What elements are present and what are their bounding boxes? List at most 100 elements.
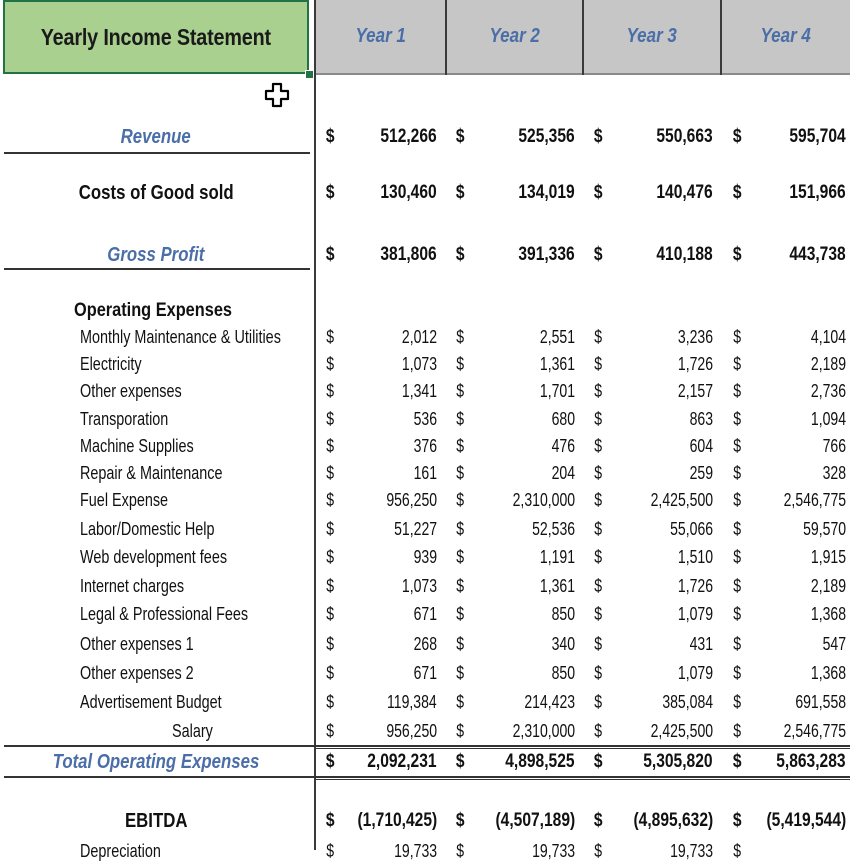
value-cell-year-1[interactable]: 1,341 (392, 378, 437, 405)
value-cell-year-1[interactable]: 119,384 (373, 689, 437, 716)
total-opex-label[interactable]: Total Operating Expenses (0, 748, 312, 776)
gross-profit-label[interactable]: Gross Profit (0, 240, 312, 270)
expense-label[interactable]: Transporation (80, 406, 190, 433)
expense-label[interactable]: Internet charges (80, 573, 210, 600)
value-cell-year-3[interactable]: 2,157 (668, 378, 713, 405)
value-cell-year-2[interactable]: 680 (545, 406, 575, 433)
value-cell-year-4[interactable]: 2,189 (801, 573, 846, 600)
value-cell-year-4[interactable]: 595,704 (777, 122, 846, 152)
value-cell-year-4[interactable]: 151,966 (777, 178, 846, 208)
expense-label[interactable]: Other expenses (80, 378, 207, 405)
value-cell-year-3[interactable]: 5,305,820 (628, 748, 713, 776)
value-cell-year-4[interactable]: 1,368 (801, 601, 846, 628)
year-header-4[interactable]: Year 4 (722, 0, 850, 75)
value-cell-year-4[interactable]: 4,104 (801, 324, 846, 351)
value-cell-year-1[interactable]: 376 (407, 433, 437, 460)
value-cell-year-3[interactable]: 604 (683, 433, 713, 460)
value-cell-year-4[interactable]: 443,738 (777, 240, 846, 270)
value-cell-year-3[interactable]: 431 (683, 631, 713, 658)
value-cell-year-1[interactable]: 19,733 (382, 838, 437, 865)
value-cell-year-1[interactable]: 130,460 (368, 178, 437, 208)
title-cell[interactable]: Yearly Income Statement (3, 0, 309, 74)
value-cell-year-2[interactable]: 525,356 (506, 122, 575, 152)
value-cell-year-4[interactable]: 766 (816, 433, 846, 460)
fill-handle[interactable] (305, 70, 314, 79)
value-cell-year-4[interactable]: 2,189 (801, 351, 846, 378)
value-cell-year-1[interactable]: 1,073 (392, 351, 437, 378)
expense-label[interactable]: Salary (172, 718, 223, 745)
value-cell-year-4[interactable]: (5,419,544) (749, 806, 846, 836)
value-cell-year-2[interactable]: 2,310,000 (495, 718, 575, 745)
value-cell-year-2[interactable]: 2,310,000 (495, 487, 575, 514)
value-cell-year-3[interactable]: 19,733 (658, 838, 713, 865)
value-cell-year-2[interactable]: 1,701 (530, 378, 575, 405)
value-cell-year-1[interactable]: (1,710,425) (340, 806, 437, 836)
value-cell-year-3[interactable]: 385,084 (648, 689, 713, 716)
value-cell-year-1[interactable]: 2,012 (392, 324, 437, 351)
value-cell-year-3[interactable]: 3,236 (668, 324, 713, 351)
value-cell-year-3[interactable]: 410,188 (644, 240, 713, 270)
year-header-2[interactable]: Year 2 (447, 0, 582, 75)
value-cell-year-2[interactable]: 850 (545, 601, 575, 628)
value-cell-year-4[interactable]: 2,736 (801, 378, 846, 405)
value-cell-year-4[interactable]: 1,915 (801, 544, 846, 571)
value-cell-year-1[interactable]: 939 (407, 544, 437, 571)
expense-label[interactable]: Advertisement Budget (80, 689, 257, 716)
value-cell-year-2[interactable]: 19,733 (520, 838, 575, 865)
value-cell-year-2[interactable]: 4,898,525 (490, 748, 575, 776)
value-cell-year-2[interactable]: 1,361 (530, 573, 575, 600)
ebitda-label[interactable]: EBITDA (0, 806, 312, 836)
value-cell-year-4[interactable]: 547 (816, 631, 846, 658)
expense-label[interactable]: Electricity (80, 351, 157, 378)
value-cell-year-2[interactable]: 391,336 (506, 240, 575, 270)
value-cell-year-2[interactable]: 134,019 (506, 178, 575, 208)
value-cell-year-4[interactable]: 2,546,775 (766, 718, 846, 745)
value-cell-year-3[interactable]: 2,425,500 (633, 487, 713, 514)
value-cell-year-3[interactable]: 1,510 (668, 544, 713, 571)
value-cell-year-1[interactable]: 512,266 (368, 122, 437, 152)
value-cell-year-1[interactable]: 161 (407, 460, 437, 487)
value-cell-year-4[interactable]: 59,570 (791, 516, 846, 543)
value-cell-year-2[interactable]: 476 (545, 433, 575, 460)
value-cell-year-1[interactable]: 671 (407, 601, 437, 628)
value-cell-year-1[interactable]: 268 (407, 631, 437, 658)
value-cell-year-3[interactable]: 1,079 (668, 660, 713, 687)
value-cell-year-1[interactable]: 956,250 (372, 487, 437, 514)
value-cell-year-1[interactable]: 956,250 (372, 718, 437, 745)
value-cell-year-3[interactable]: 2,425,500 (633, 718, 713, 745)
value-cell-year-3[interactable]: 550,663 (644, 122, 713, 152)
depreciation-label[interactable]: Depreciation (80, 838, 181, 865)
value-cell-year-3[interactable]: 1,726 (668, 351, 713, 378)
value-cell-year-2[interactable]: (4,507,189) (478, 806, 575, 836)
value-cell-year-1[interactable]: 671 (407, 660, 437, 687)
value-cell-year-2[interactable]: 52,536 (520, 516, 575, 543)
value-cell-year-3[interactable]: 259 (683, 460, 713, 487)
value-cell-year-2[interactable]: 1,361 (530, 351, 575, 378)
revenue-label[interactable]: Revenue (0, 122, 312, 152)
value-cell-year-1[interactable]: 2,092,231 (352, 748, 437, 776)
value-cell-year-3[interactable]: (4,895,632) (616, 806, 713, 836)
value-cell-year-4[interactable]: 2,546,775 (766, 487, 846, 514)
expense-label[interactable]: Other expenses 1 (80, 631, 222, 658)
opex-heading[interactable]: Operating Expenses (74, 297, 258, 325)
expense-label[interactable]: Repair & Maintenance (80, 460, 258, 487)
value-cell-year-3[interactable]: 140,476 (644, 178, 713, 208)
value-cell-year-2[interactable]: 1,191 (530, 544, 575, 571)
value-cell-year-2[interactable]: 204 (545, 460, 575, 487)
expense-label[interactable]: Legal & Professional Fees (80, 601, 290, 628)
value-cell-year-4[interactable]: 691,558 (781, 689, 846, 716)
value-cell-year-1[interactable]: 536 (407, 406, 437, 433)
expense-label[interactable]: Web development fees (80, 544, 264, 571)
expense-label[interactable]: Monthly Maintenance & Utilities (80, 324, 331, 351)
value-cell-year-4[interactable]: 328 (816, 460, 846, 487)
value-cell-year-3[interactable]: 1,726 (668, 573, 713, 600)
value-cell-year-4[interactable]: 1,094 (801, 406, 846, 433)
cogs-label[interactable]: Costs of Good sold (0, 178, 312, 208)
expense-label[interactable]: Labor/Domestic Help (80, 516, 248, 543)
value-cell-year-3[interactable]: 863 (683, 406, 713, 433)
year-header-3[interactable]: Year 3 (584, 0, 720, 75)
value-cell-year-4[interactable]: 5,863,283 (761, 748, 846, 776)
value-cell-year-2[interactable]: 214,423 (510, 689, 575, 716)
value-cell-year-3[interactable]: 55,066 (658, 516, 713, 543)
value-cell-year-2[interactable]: 2,551 (530, 324, 575, 351)
